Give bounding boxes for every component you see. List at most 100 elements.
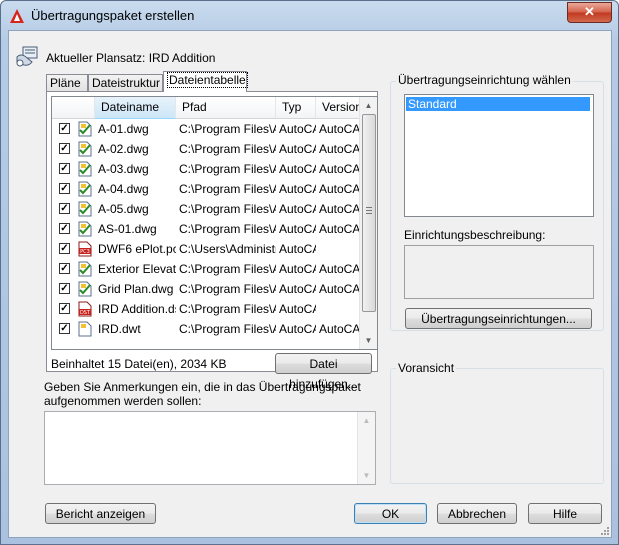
column-header-pfad[interactable]: Pfad: [176, 97, 276, 119]
table-row[interactable]: ✓ A-05.dwg C:\Program Files\AuAutoCAAutoCA…: [52, 199, 362, 219]
cell-type: AutoCA: [279, 282, 316, 296]
cell-type: AutoCA: [279, 322, 316, 336]
include-checkbox[interactable]: ✓: [59, 303, 70, 314]
cell-filename: AS-01.dwg: [98, 222, 157, 236]
cell-version: AutoCAD: [319, 202, 362, 216]
cancel-button[interactable]: Abbrechen: [437, 503, 517, 524]
dwg-file-icon: [77, 261, 93, 277]
tab-label: Pläne: [50, 76, 81, 90]
table-row[interactable]: ✓ A-04.dwg C:\Program Files\AuAutoCAAutoCA…: [52, 179, 362, 199]
tab-dateientabelle[interactable]: Dateientabelle: [163, 71, 248, 92]
preview-groupbox: [390, 368, 604, 484]
setup-listbox[interactable]: Standard: [404, 94, 594, 217]
cell-version: AutoCAD: [319, 222, 362, 236]
vertical-scrollbar[interactable]: ▲ ▼: [359, 97, 377, 349]
ok-button[interactable]: OK: [354, 503, 427, 524]
include-checkbox[interactable]: ✓: [59, 283, 70, 294]
pc3-file-icon: PC3: [77, 241, 93, 257]
window-title: Übertragungspaket erstellen: [31, 8, 195, 23]
include-checkbox[interactable]: ✓: [59, 123, 70, 134]
cell-type: AutoCA: [279, 142, 316, 156]
tab-panel-dateientabelle: Dateiname Pfad Typ Version ✓ A-01.dwg C:\P…: [46, 91, 378, 391]
dwg-file-icon: [77, 161, 93, 177]
cell-path: C:\Program Files\Au: [179, 122, 276, 136]
dwg-file-icon: [77, 281, 93, 297]
column-header-typ[interactable]: Typ: [276, 97, 316, 119]
table-row[interactable]: ✓ A-01.dwg C:\Program Files\AuAutoCAAutoCA…: [52, 119, 362, 139]
cell-version: AutoCAD: [319, 262, 362, 276]
setup-group-label: Übertragungseinrichtung wählen: [396, 73, 573, 87]
file-table[interactable]: Dateiname Pfad Typ Version ✓ A-01.dwg C:\P…: [51, 96, 378, 350]
scroll-up-arrow-icon[interactable]: ▲: [358, 412, 375, 429]
cell-filename: IRD Addition.dst: [98, 302, 176, 316]
setup-description-label: Einrichtungsbeschreibung:: [404, 228, 546, 242]
scroll-down-arrow-icon[interactable]: ▼: [360, 332, 377, 349]
table-row[interactable]: ✓ AS-01.dwg C:\Program Files\AuAutoCAAutoC…: [52, 219, 362, 239]
svg-text:DST: DST: [80, 310, 91, 316]
dialog-client-area: Aktueller Plansatz: IRD Addition Pläne D…: [8, 30, 612, 538]
cell-version: AutoCAD: [319, 142, 362, 156]
setup-item-standard[interactable]: Standard: [406, 97, 590, 111]
include-checkbox[interactable]: ✓: [59, 323, 70, 334]
dwg-file-icon: [77, 141, 93, 157]
scroll-up-arrow-icon[interactable]: ▲: [360, 97, 377, 114]
notes-scrollbar[interactable]: ▲ ▼: [357, 412, 375, 484]
show-report-button[interactable]: Bericht anzeigen: [45, 503, 156, 524]
cell-path: C:\Users\Administrat: [179, 242, 276, 256]
include-checkbox[interactable]: ✓: [59, 223, 70, 234]
include-checkbox[interactable]: ✓: [59, 143, 70, 154]
column-header-dateiname[interactable]: Dateiname: [95, 97, 176, 119]
cell-path: C:\Program Files\Au: [179, 162, 276, 176]
dialog-window: Übertragungspaket erstellen ✕ Aktueller …: [0, 0, 619, 545]
cell-filename: Grid Plan.dwg: [98, 282, 174, 296]
cell-path: C:\Program Files\Au: [179, 282, 276, 296]
column-header-version[interactable]: Version: [316, 97, 362, 119]
cell-version: AutoCAD: [319, 162, 362, 176]
close-button[interactable]: ✕: [567, 2, 612, 23]
cell-type: AutoCA: [279, 242, 316, 256]
file-count-summary: Beinhaltet 15 Datei(en), 2034 KB: [51, 357, 227, 371]
notes-label: Geben Sie Anmerkungen ein, die in das Üb…: [44, 380, 361, 408]
table-row[interactable]: ✓ PC3 DWF6 ePlot.pc3C:\Users\AdministratAu…: [52, 239, 362, 259]
cell-path: C:\Program Files\Au: [179, 182, 276, 196]
table-row[interactable]: ✓ Exterior ElevatioC:\Program Files\Au Aut…: [52, 259, 362, 279]
resize-grip-icon[interactable]: [599, 525, 609, 535]
table-row[interactable]: ✓ A-02.dwg C:\Program Files\AuAutoCAAutoCA…: [52, 139, 362, 159]
svg-text:PC3: PC3: [80, 249, 90, 255]
scroll-thumb[interactable]: [362, 114, 376, 312]
dst-file-icon: DST: [77, 301, 93, 317]
tab-label: Dateistruktur: [92, 76, 161, 90]
include-checkbox[interactable]: ✓: [59, 203, 70, 214]
cell-filename: A-01.dwg: [98, 122, 149, 136]
scroll-down-arrow-icon[interactable]: ▼: [358, 467, 375, 484]
include-checkbox[interactable]: ✓: [59, 263, 70, 274]
tab-plaene[interactable]: Pläne: [46, 74, 88, 92]
tab-label: Dateientabelle: [167, 72, 248, 88]
dwt-file-icon: [77, 321, 93, 337]
include-checkbox[interactable]: ✓: [59, 243, 70, 254]
dwg-file-icon: [77, 181, 93, 197]
include-checkbox[interactable]: ✓: [59, 183, 70, 194]
help-button[interactable]: Hilfe: [528, 503, 602, 524]
tab-dateistruktur[interactable]: Dateistruktur: [88, 74, 163, 92]
cell-type: AutoCA: [279, 182, 316, 196]
dwg-file-icon: [77, 201, 93, 217]
cell-filename: IRD.dwt: [98, 322, 141, 336]
cell-version: [319, 299, 362, 319]
cell-version: [319, 239, 362, 259]
autocad-app-icon: [10, 9, 24, 23]
notes-textarea[interactable]: ▲ ▼: [44, 411, 376, 485]
transmittal-setups-button[interactable]: Übertragungseinrichtungen...: [405, 308, 592, 329]
table-row[interactable]: ✓ DST IRD Addition.dstC:\Program Files\AuA…: [52, 299, 362, 319]
table-row[interactable]: ✓ A-03.dwg C:\Program Files\AuAutoCAAutoCA…: [52, 159, 362, 179]
include-checkbox[interactable]: ✓: [59, 163, 70, 174]
preview-label: Voransicht: [396, 361, 457, 375]
table-row[interactable]: ✓ Grid Plan.dwg C:\Program Files\AuAutoCAA…: [52, 279, 362, 299]
tab-control: Pläne Dateistruktur Dateientabelle Datei…: [46, 71, 378, 391]
column-header-check: [52, 97, 95, 119]
title-bar[interactable]: Übertragungspaket erstellen ✕: [1, 1, 618, 31]
table-row[interactable]: ✓ IRD.dwt C:\Program Files\AuAutoCAAutoCAD: [52, 319, 362, 339]
cell-path: C:\Program Files\Au: [179, 262, 276, 276]
cell-filename: Exterior Elevatio: [98, 262, 176, 276]
add-file-button[interactable]: Datei hinzufügen...: [275, 353, 372, 391]
